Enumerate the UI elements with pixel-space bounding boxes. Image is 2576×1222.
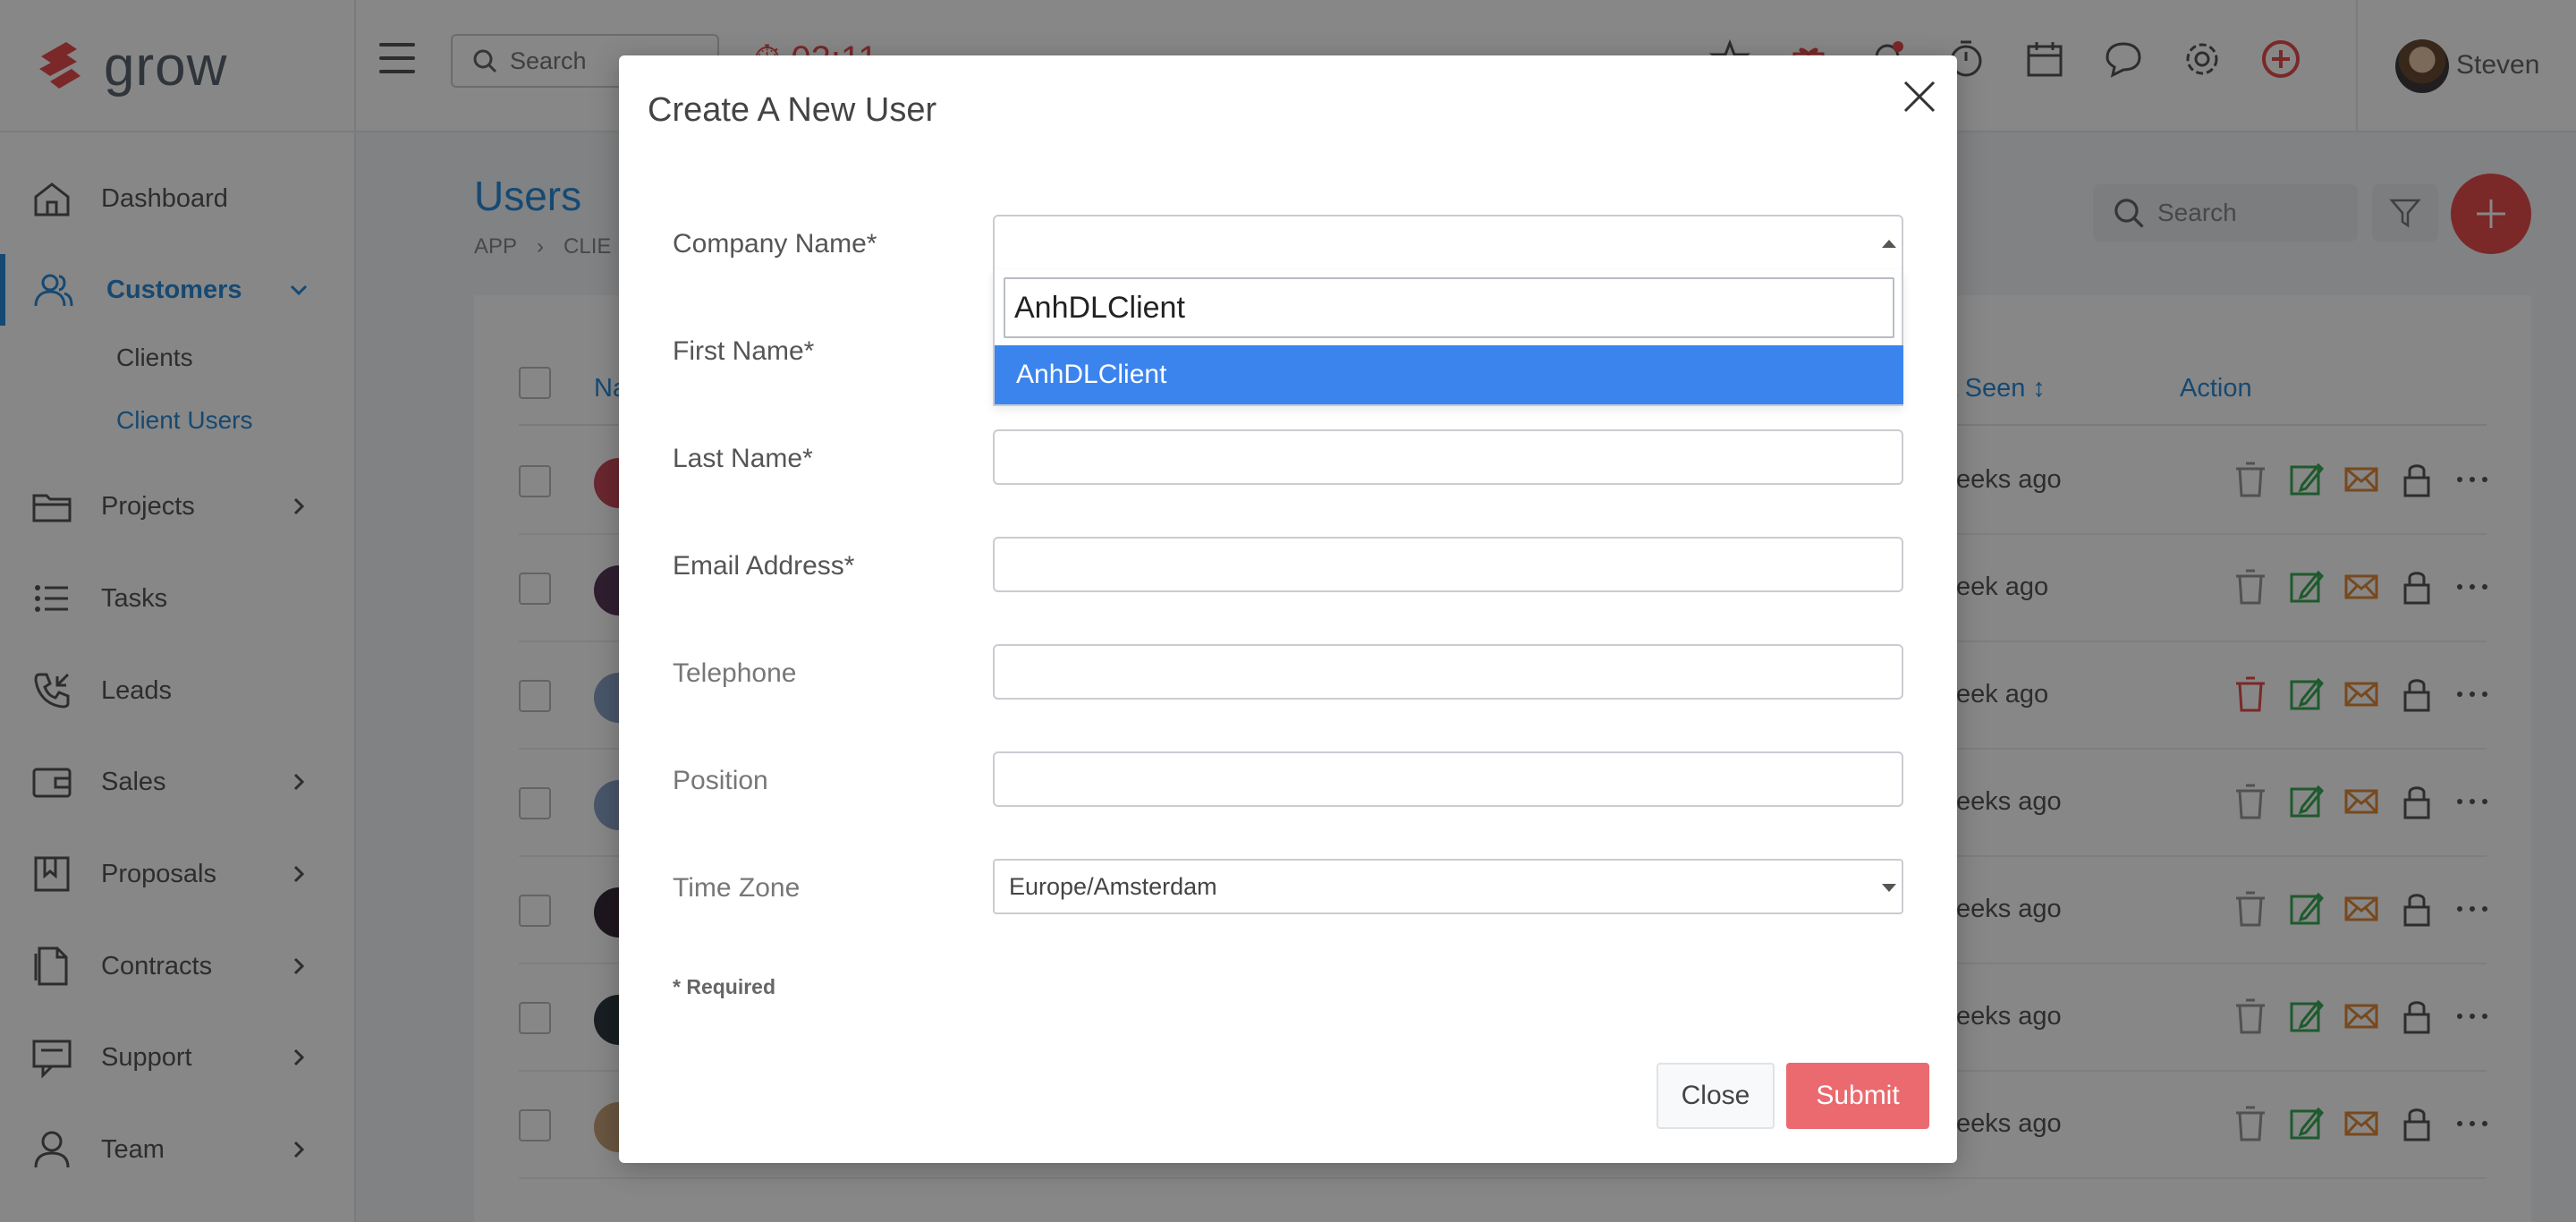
time-zone-select[interactable]: Europe/Amsterdam — [993, 859, 1903, 914]
time-zone-label: Time Zone — [673, 873, 801, 903]
email-input[interactable] — [993, 537, 1903, 592]
time-zone-value: Europe/Amsterdam — [1009, 872, 1217, 900]
company-dropdown: AnhDLClient — [993, 270, 1903, 406]
create-user-modal: Create A New User Company Name* First Na… — [619, 55, 1957, 1163]
modal-title: Create A New User — [648, 91, 937, 129]
company-search-input[interactable] — [1004, 277, 1894, 338]
caret-down-icon — [1882, 884, 1896, 892]
company-name-select[interactable] — [993, 215, 1903, 270]
caret-up-icon — [1882, 240, 1896, 248]
company-option[interactable]: AnhDLClient — [995, 345, 1903, 404]
email-label: Email Address* — [673, 551, 855, 581]
company-name-label: Company Name* — [673, 229, 877, 259]
last-name-input[interactable] — [993, 429, 1903, 485]
close-button[interactable]: Close — [1657, 1063, 1775, 1129]
position-label: Position — [673, 766, 768, 795]
required-note: * Required — [673, 975, 776, 998]
first-name-label: First Name* — [673, 336, 815, 366]
close-icon[interactable] — [1902, 79, 1937, 115]
telephone-input[interactable] — [993, 644, 1903, 700]
telephone-label: Telephone — [673, 658, 797, 688]
last-name-label: Last Name* — [673, 444, 813, 473]
position-input[interactable] — [993, 751, 1903, 807]
submit-button[interactable]: Submit — [1786, 1063, 1929, 1129]
